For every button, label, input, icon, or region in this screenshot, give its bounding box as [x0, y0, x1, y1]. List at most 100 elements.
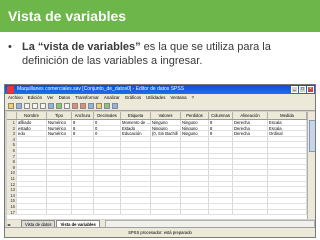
table-cell[interactable]: [72, 203, 94, 209]
table-cell[interactable]: [181, 147, 209, 153]
table-cell[interactable]: [17, 203, 47, 209]
table-cell[interactable]: [151, 209, 181, 215]
table-cell[interactable]: Estado: [121, 125, 151, 131]
table-cell[interactable]: [94, 187, 121, 192]
table-cell[interactable]: [181, 153, 209, 159]
table-cell[interactable]: Ninguno: [181, 120, 209, 125]
table-cell[interactable]: [151, 136, 181, 142]
table-cell[interactable]: Ninguno: [151, 120, 181, 125]
menu-ventana[interactable]: Ventana: [170, 94, 186, 101]
table-cell[interactable]: [47, 142, 72, 147]
table-cell[interactable]: [94, 136, 121, 142]
table-cell[interactable]: [72, 142, 94, 147]
table-cell[interactable]: [209, 170, 233, 175]
table-cell[interactable]: [181, 136, 209, 142]
table-cell[interactable]: [94, 203, 121, 209]
table-cell[interactable]: [151, 192, 181, 198]
table-cell[interactable]: [233, 147, 268, 153]
table-cell[interactable]: Escala: [268, 120, 307, 125]
menu-graficos[interactable]: Gráficos: [125, 94, 141, 101]
table-cell[interactable]: [47, 159, 72, 164]
table-cell[interactable]: [151, 153, 181, 159]
table-cell[interactable]: [94, 142, 121, 147]
table-cell[interactable]: [121, 153, 151, 159]
table-cell[interactable]: [233, 170, 268, 175]
table-cell[interactable]: [233, 136, 268, 142]
table-cell[interactable]: [121, 175, 151, 181]
vertical-scrollbar[interactable]: [307, 112, 315, 219]
table-cell[interactable]: Ninguno: [181, 131, 209, 136]
table-cell[interactable]: [72, 170, 94, 175]
column-header-tipo[interactable]: Tipo: [47, 112, 72, 119]
table-cell[interactable]: [121, 181, 151, 187]
insert-cases-icon[interactable]: [72, 102, 78, 109]
table-cell[interactable]: [151, 147, 181, 153]
table-cell[interactable]: [72, 147, 94, 153]
menu-utilidades[interactable]: Utilidades: [146, 94, 165, 101]
table-cell[interactable]: [209, 153, 233, 159]
table-cell[interactable]: 8: [72, 125, 94, 131]
table-cell[interactable]: [233, 142, 268, 147]
table-cell[interactable]: [121, 198, 151, 203]
table-cell[interactable]: Numérico: [47, 125, 72, 131]
table-cell[interactable]: [17, 147, 47, 153]
table-cell[interactable]: [181, 175, 209, 181]
table-cell[interactable]: [268, 136, 307, 142]
table-cell[interactable]: [268, 159, 307, 164]
table-cell[interactable]: 8: [209, 131, 233, 136]
table-cell[interactable]: [72, 209, 94, 215]
table-cell[interactable]: [209, 209, 233, 215]
table-cell[interactable]: [233, 187, 268, 192]
column-header-alineacion[interactable]: Alineación: [233, 112, 268, 119]
table-cell[interactable]: [17, 181, 47, 187]
menu-datos[interactable]: Datos: [59, 94, 70, 101]
table-cell[interactable]: [47, 203, 72, 209]
menu-ver[interactable]: Ver: [47, 94, 54, 101]
table-cell[interactable]: [17, 187, 47, 192]
menu-archivo[interactable]: Archivo: [8, 94, 23, 101]
table-cell[interactable]: [94, 198, 121, 203]
table-cell[interactable]: [121, 187, 151, 192]
table-cell[interactable]: [233, 153, 268, 159]
table-cell[interactable]: [121, 142, 151, 147]
table-cell[interactable]: [233, 209, 268, 215]
table-cell[interactable]: [209, 203, 233, 209]
table-cell[interactable]: [268, 147, 307, 153]
close-icon[interactable]: ×: [307, 86, 314, 93]
table-cell[interactable]: [94, 170, 121, 175]
table-cell[interactable]: [121, 136, 151, 142]
table-cell[interactable]: [151, 175, 181, 181]
table-cell[interactable]: [268, 192, 307, 198]
table-cell[interactable]: [17, 209, 47, 215]
table-cell[interactable]: [209, 136, 233, 142]
table-cell[interactable]: [94, 153, 121, 159]
column-header-etiqueta[interactable]: Etiqueta: [121, 112, 151, 119]
table-cell[interactable]: [151, 164, 181, 170]
table-cell[interactable]: [47, 170, 72, 175]
table-cell[interactable]: [268, 175, 307, 181]
table-cell[interactable]: [209, 164, 233, 170]
table-cell[interactable]: estado: [17, 125, 47, 131]
table-cell[interactable]: [17, 192, 47, 198]
table-cell[interactable]: Educación: [121, 131, 151, 136]
table-cell[interactable]: Numérico: [47, 120, 72, 125]
table-cell[interactable]: [209, 175, 233, 181]
table-cell[interactable]: [181, 209, 209, 215]
undo-icon[interactable]: [32, 102, 38, 109]
table-cell[interactable]: Ninguno: [181, 125, 209, 131]
weight-icon[interactable]: [96, 102, 102, 109]
table-cell[interactable]: [181, 198, 209, 203]
table-cell[interactable]: [181, 187, 209, 192]
table-cell[interactable]: [151, 198, 181, 203]
table-row[interactable]: 17: [7, 209, 307, 216]
table-cell[interactable]: [121, 192, 151, 198]
table-cell[interactable]: [233, 164, 268, 170]
table-cell[interactable]: [209, 142, 233, 147]
table-cell[interactable]: [233, 192, 268, 198]
table-cell[interactable]: [181, 142, 209, 147]
table-cell[interactable]: [47, 209, 72, 215]
table-cell[interactable]: [233, 175, 268, 181]
insert-variable-icon[interactable]: [80, 102, 86, 109]
table-cell[interactable]: [121, 203, 151, 209]
open-icon[interactable]: [8, 102, 14, 109]
